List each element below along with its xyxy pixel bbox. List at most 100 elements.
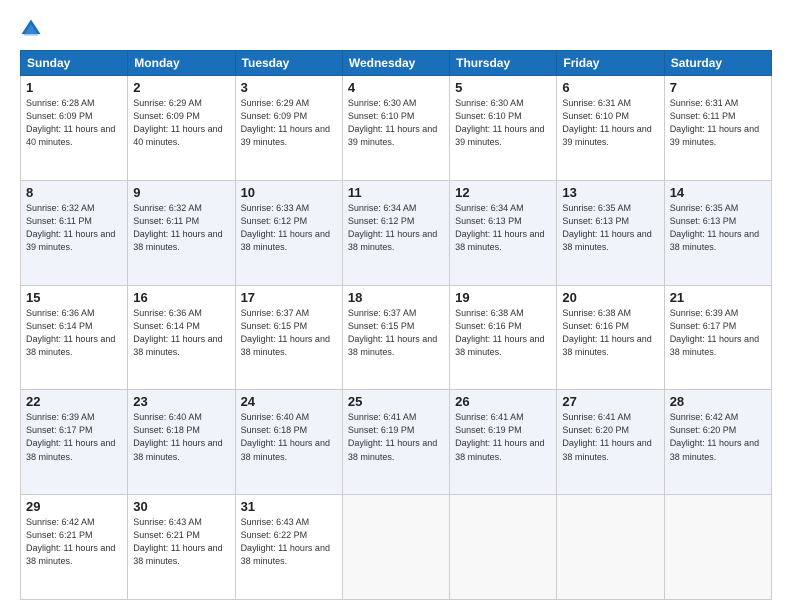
day-info: Sunrise: 6:39 AMSunset: 6:17 PMDaylight:… [26, 411, 122, 463]
day-info: Sunrise: 6:40 AMSunset: 6:18 PMDaylight:… [241, 411, 337, 463]
day-info: Sunrise: 6:31 AMSunset: 6:11 PMDaylight:… [670, 97, 766, 149]
day-info: Sunrise: 6:30 AMSunset: 6:10 PMDaylight:… [348, 97, 444, 149]
calendar-cell: 4 Sunrise: 6:30 AMSunset: 6:10 PMDaylight… [342, 76, 449, 181]
calendar-week-row-0: 1 Sunrise: 6:28 AMSunset: 6:09 PMDaylight… [21, 76, 772, 181]
day-info: Sunrise: 6:35 AMSunset: 6:13 PMDaylight:… [562, 202, 658, 254]
day-number: 24 [241, 394, 337, 409]
calendar-cell: 3Sunrise: 6:29 AMSunset: 6:09 PMDaylight… [235, 76, 342, 181]
calendar-cell: 11Sunrise: 6:34 AMSunset: 6:12 PMDayligh… [342, 180, 449, 285]
day-number: 18 [348, 290, 444, 305]
day-info: Sunrise: 6:34 AMSunset: 6:13 PMDaylight:… [455, 202, 551, 254]
calendar-cell: 28 Sunrise: 6:42 AMSunset: 6:20 PMDayligh… [664, 390, 771, 495]
day-info: Sunrise: 6:37 AMSunset: 6:15 PMDaylight:… [241, 307, 337, 359]
calendar-cell: 5Sunrise: 6:30 AMSunset: 6:10 PMDaylight… [450, 76, 557, 181]
calendar-cell: 14 Sunrise: 6:35 AMSunset: 6:13 PMDayligh… [664, 180, 771, 285]
day-number: 25 [348, 394, 444, 409]
calendar-cell: 29 Sunrise: 6:42 AMSunset: 6:21 PMDayligh… [21, 495, 128, 600]
header [20, 18, 772, 42]
day-info: Sunrise: 6:28 AMSunset: 6:09 PMDaylight:… [26, 97, 122, 149]
day-info: Sunrise: 6:41 AMSunset: 6:20 PMDaylight:… [562, 411, 658, 463]
day-number: 21 [670, 290, 766, 305]
day-info: Sunrise: 6:37 AMSunset: 6:15 PMDaylight:… [348, 307, 444, 359]
calendar-header-friday: Friday [557, 51, 664, 76]
calendar-cell: 9 Sunrise: 6:32 AMSunset: 6:11 PMDaylight… [128, 180, 235, 285]
calendar-cell [450, 495, 557, 600]
calendar-cell: 7 Sunrise: 6:31 AMSunset: 6:11 PMDaylight… [664, 76, 771, 181]
calendar-cell: 16 Sunrise: 6:36 AMSunset: 6:14 PMDayligh… [128, 285, 235, 390]
day-info: Sunrise: 6:32 AMSunset: 6:11 PMDaylight:… [133, 202, 229, 254]
day-number: 16 [133, 290, 229, 305]
day-number: 1 [26, 80, 122, 95]
calendar-header-row: SundayMondayTuesdayWednesdayThursdayFrid… [21, 51, 772, 76]
calendar-week-row-1: 8 Sunrise: 6:32 AMSunset: 6:11 PMDaylight… [21, 180, 772, 285]
page: SundayMondayTuesdayWednesdayThursdayFrid… [0, 0, 792, 612]
day-number: 26 [455, 394, 551, 409]
day-number: 29 [26, 499, 122, 514]
logo-icon [20, 18, 42, 40]
day-info: Sunrise: 6:36 AMSunset: 6:14 PMDaylight:… [26, 307, 122, 359]
day-info: Sunrise: 6:35 AMSunset: 6:13 PMDaylight:… [670, 202, 766, 254]
day-number: 20 [562, 290, 658, 305]
calendar-cell: 23 Sunrise: 6:40 AMSunset: 6:18 PMDayligh… [128, 390, 235, 495]
calendar-table: SundayMondayTuesdayWednesdayThursdayFrid… [20, 50, 772, 600]
calendar-cell: 8 Sunrise: 6:32 AMSunset: 6:11 PMDaylight… [21, 180, 128, 285]
calendar-header-saturday: Saturday [664, 51, 771, 76]
calendar-header-wednesday: Wednesday [342, 51, 449, 76]
day-info: Sunrise: 6:33 AMSunset: 6:12 PMDaylight:… [241, 202, 337, 254]
calendar-cell: 13 Sunrise: 6:35 AMSunset: 6:13 PMDayligh… [557, 180, 664, 285]
day-number: 19 [455, 290, 551, 305]
calendar-cell: 26 Sunrise: 6:41 AMSunset: 6:19 PMDayligh… [450, 390, 557, 495]
calendar-cell: 1 Sunrise: 6:28 AMSunset: 6:09 PMDaylight… [21, 76, 128, 181]
calendar-cell [664, 495, 771, 600]
day-number: 6 [562, 80, 658, 95]
logo [20, 18, 46, 42]
day-info: Sunrise: 6:38 AMSunset: 6:16 PMDaylight:… [562, 307, 658, 359]
calendar-cell [557, 495, 664, 600]
day-number: 28 [670, 394, 766, 409]
day-number: 9 [133, 185, 229, 200]
day-number: 7 [670, 80, 766, 95]
day-number: 3 [241, 80, 337, 95]
calendar-cell: 6Sunrise: 6:31 AMSunset: 6:10 PMDaylight… [557, 76, 664, 181]
day-info: Sunrise: 6:32 AMSunset: 6:11 PMDaylight:… [26, 202, 122, 254]
day-number: 4 [348, 80, 444, 95]
calendar-cell [342, 495, 449, 600]
calendar-cell: 2Sunrise: 6:29 AMSunset: 6:09 PMDaylight… [128, 76, 235, 181]
day-info: Sunrise: 6:38 AMSunset: 6:16 PMDaylight:… [455, 307, 551, 359]
calendar-week-row-4: 29 Sunrise: 6:42 AMSunset: 6:21 PMDayligh… [21, 495, 772, 600]
day-number: 10 [241, 185, 337, 200]
calendar-cell: 30Sunrise: 6:43 AMSunset: 6:21 PMDayligh… [128, 495, 235, 600]
calendar-cell: 18 Sunrise: 6:37 AMSunset: 6:15 PMDayligh… [342, 285, 449, 390]
day-info: Sunrise: 6:42 AMSunset: 6:21 PMDaylight:… [26, 516, 122, 568]
day-info: Sunrise: 6:41 AMSunset: 6:19 PMDaylight:… [348, 411, 444, 463]
calendar-header-thursday: Thursday [450, 51, 557, 76]
calendar-week-row-2: 15 Sunrise: 6:36 AMSunset: 6:14 PMDayligh… [21, 285, 772, 390]
day-number: 13 [562, 185, 658, 200]
calendar-header-sunday: Sunday [21, 51, 128, 76]
calendar-cell: 10 Sunrise: 6:33 AMSunset: 6:12 PMDayligh… [235, 180, 342, 285]
day-number: 14 [670, 185, 766, 200]
day-number: 8 [26, 185, 122, 200]
day-number: 12 [455, 185, 551, 200]
day-number: 23 [133, 394, 229, 409]
day-info: Sunrise: 6:36 AMSunset: 6:14 PMDaylight:… [133, 307, 229, 359]
day-number: 17 [241, 290, 337, 305]
calendar-week-row-3: 22Sunrise: 6:39 AMSunset: 6:17 PMDayligh… [21, 390, 772, 495]
calendar-cell: 12 Sunrise: 6:34 AMSunset: 6:13 PMDayligh… [450, 180, 557, 285]
calendar-cell: 19 Sunrise: 6:38 AMSunset: 6:16 PMDayligh… [450, 285, 557, 390]
day-number: 5 [455, 80, 551, 95]
day-number: 2 [133, 80, 229, 95]
calendar-cell: 25 Sunrise: 6:41 AMSunset: 6:19 PMDayligh… [342, 390, 449, 495]
day-info: Sunrise: 6:43 AMSunset: 6:21 PMDaylight:… [133, 516, 229, 568]
day-info: Sunrise: 6:40 AMSunset: 6:18 PMDaylight:… [133, 411, 229, 463]
calendar-cell: 17 Sunrise: 6:37 AMSunset: 6:15 PMDayligh… [235, 285, 342, 390]
day-info: Sunrise: 6:42 AMSunset: 6:20 PMDaylight:… [670, 411, 766, 463]
calendar-cell: 15 Sunrise: 6:36 AMSunset: 6:14 PMDayligh… [21, 285, 128, 390]
day-info: Sunrise: 6:41 AMSunset: 6:19 PMDaylight:… [455, 411, 551, 463]
day-number: 15 [26, 290, 122, 305]
calendar-cell: 27 Sunrise: 6:41 AMSunset: 6:20 PMDayligh… [557, 390, 664, 495]
calendar-header-tuesday: Tuesday [235, 51, 342, 76]
calendar-cell: 22Sunrise: 6:39 AMSunset: 6:17 PMDayligh… [21, 390, 128, 495]
day-number: 27 [562, 394, 658, 409]
calendar-cell: 20 Sunrise: 6:38 AMSunset: 6:16 PMDayligh… [557, 285, 664, 390]
